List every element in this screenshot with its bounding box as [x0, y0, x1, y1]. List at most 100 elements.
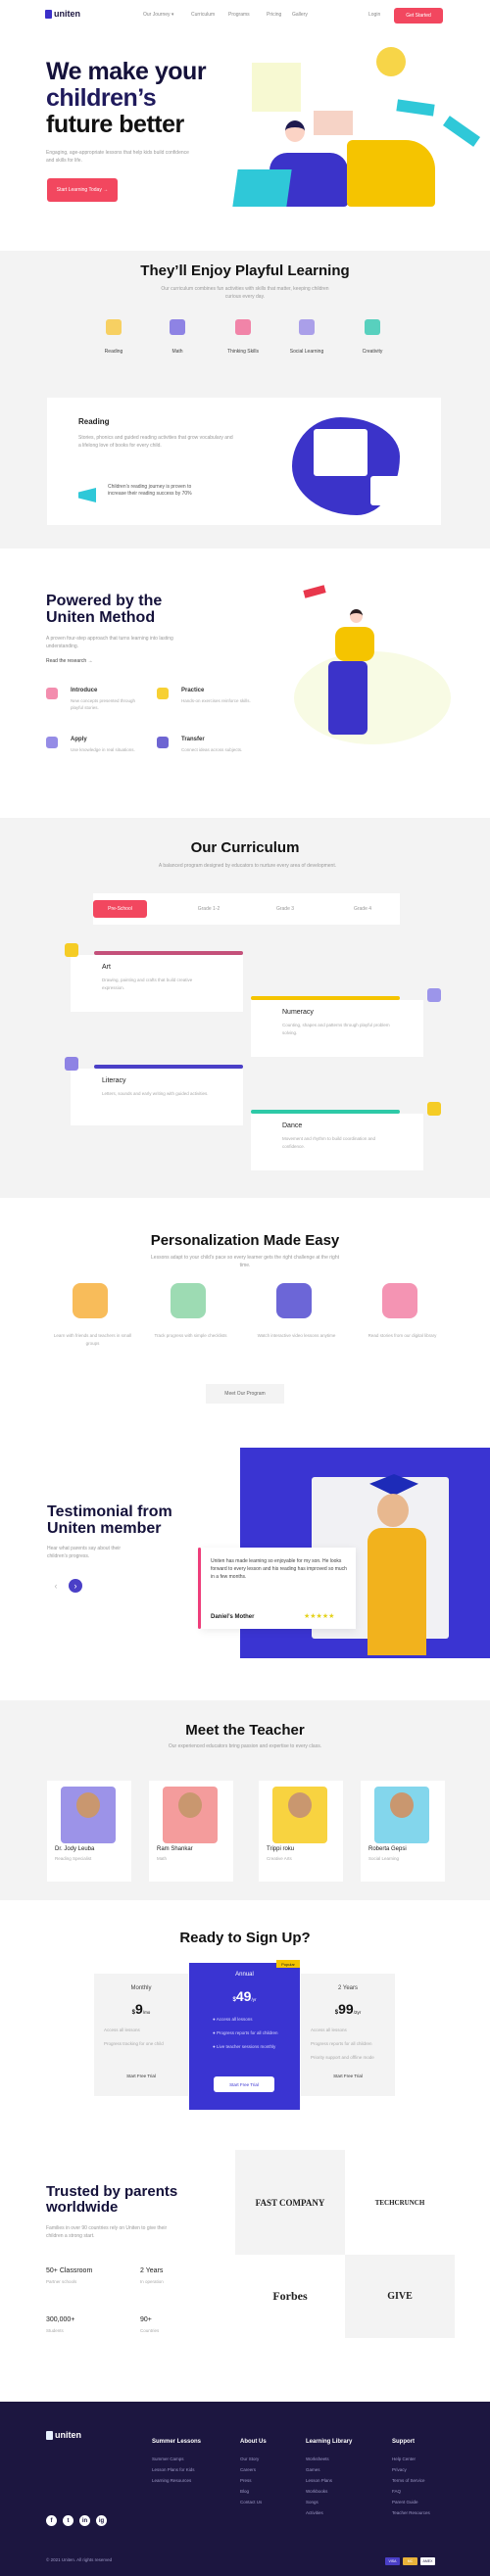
- teacher-name: Dr. Jody Leuba: [55, 1846, 95, 1852]
- plan-feature: Access all lessons: [104, 2027, 140, 2032]
- footer-link[interactable]: Careers: [240, 2467, 256, 2472]
- card-title: Literacy: [102, 1077, 126, 1084]
- grad-cap-icon: [369, 1474, 418, 1496]
- quote-text: Uniten has made learning so enjoyable fo…: [211, 1558, 347, 1580]
- footer-link[interactable]: Summer Camps: [152, 2457, 184, 2461]
- feature-illustration: [171, 1283, 206, 1318]
- get-started-button[interactable]: Get Started: [394, 8, 443, 24]
- footer-link[interactable]: Teacher Resources: [392, 2510, 430, 2515]
- footer-link[interactable]: Songs: [306, 2500, 318, 2504]
- meet-program-button[interactable]: Meet Our Program: [206, 1384, 284, 1404]
- instagram-icon[interactable]: ig: [96, 2515, 107, 2526]
- logo[interactable]: uniten: [45, 9, 80, 19]
- pricing-card-monthly: Monthly $9/mo Access all lessons Progress t…: [94, 1974, 188, 2096]
- category-item-reading[interactable]: Reading: [92, 310, 135, 368]
- rating-stars: ★★★★★: [304, 1613, 335, 1620]
- shoe-shape-2: [442, 116, 481, 147]
- curriculum-tab-1[interactable]: Grade 1-2: [172, 896, 246, 922]
- author-name: Daniel’s Mother: [211, 1614, 255, 1620]
- feature-text: Watch interactive video lessons anytime: [257, 1333, 336, 1338]
- prev-button[interactable]: ‹: [49, 1579, 63, 1593]
- teacher-card[interactable]: Dr. Jody Leuba Reading Specialist: [47, 1781, 131, 1882]
- footer-link[interactable]: Blog: [240, 2489, 249, 2494]
- card-text: Movement and rhythm to build coordinatio…: [282, 1136, 376, 1149]
- press-logo-fast-company: FAST COMPANY: [255, 2197, 325, 2208]
- teacher-card[interactable]: Trippi roku Creative Arts: [259, 1781, 343, 1882]
- login-link[interactable]: Login: [368, 12, 380, 18]
- card-title: Numeracy: [282, 1009, 314, 1016]
- curriculum-section: Our Curriculum A balanced program design…: [0, 818, 490, 1198]
- category-item-math[interactable]: Math: [156, 310, 199, 368]
- footer-link[interactable]: Lesson Plans: [306, 2478, 332, 2483]
- category-item-social-learning[interactable]: Social Learning: [285, 310, 328, 368]
- plan-feature: ● Progress reports for all children: [213, 2030, 278, 2035]
- category-label: Creativity: [362, 349, 383, 355]
- stat-item: 90+ Countries: [140, 2316, 228, 2351]
- press-logo-tile: GIVE: [345, 2255, 455, 2338]
- category-item-thinking-skills[interactable]: Thinking Skills: [221, 310, 265, 368]
- step-title: Introduce: [71, 688, 98, 693]
- facebook-icon[interactable]: f: [46, 2515, 57, 2526]
- footer-link[interactable]: Privacy: [392, 2467, 407, 2472]
- footer-link[interactable]: Terms of Service: [392, 2478, 425, 2483]
- personalization-item-0: Learn with friends and teachers in small…: [51, 1281, 134, 1360]
- small-frame-shape: [314, 111, 353, 135]
- stat-label: Partner schools: [46, 2279, 77, 2284]
- twitter-icon[interactable]: t: [63, 2515, 74, 2526]
- curriculum-card-art[interactable]: Art Drawing, painting and crafts that bui…: [65, 943, 243, 1012]
- curriculum-card-literacy[interactable]: Literacy Letters, sounds and early writin…: [65, 1057, 243, 1125]
- footer-logo[interactable]: uniten: [46, 2430, 81, 2440]
- curriculum-card-numeracy[interactable]: Numeracy Counting, shapes and patterns th…: [251, 988, 441, 1057]
- hero-cta-button[interactable]: Start Learning Today →: [47, 178, 118, 202]
- footer-heading: Summer Lessons: [152, 2439, 202, 2445]
- person-head: [285, 120, 305, 142]
- footer-link[interactable]: Parent Guide: [392, 2500, 418, 2504]
- site-footer: uniten © 2021 Uniten. All rights reserve…: [0, 2402, 490, 2576]
- method-step-practice: Practice Hands-on exercises reinforce ski…: [157, 686, 260, 725]
- feature-text: Read stories from our digital library: [368, 1333, 437, 1338]
- method-step-introduce: Introduce New concepts presented through …: [46, 686, 149, 725]
- stat-label: In operation: [140, 2279, 164, 2284]
- stat-item: 300,000+ Students: [46, 2316, 134, 2351]
- payment-visa: VISA: [385, 2557, 400, 2565]
- category-item-creativity[interactable]: Creativity: [351, 310, 394, 368]
- teacher-avatar: [288, 1792, 312, 1818]
- section-title: Meet the Teacher: [185, 1722, 305, 1739]
- footer-link[interactable]: Worksheets: [306, 2457, 329, 2461]
- plan-feature: ● Access all lessons: [213, 2017, 253, 2022]
- footer-link[interactable]: Lesson Plans for Kids: [152, 2467, 195, 2472]
- teacher-role: Math: [157, 1856, 168, 1861]
- section-title: Our Curriculum: [190, 839, 300, 856]
- method-link[interactable]: Read the research →: [46, 658, 93, 664]
- curriculum-tab-2[interactable]: Grade 3: [248, 896, 322, 922]
- category-label: Math: [172, 349, 183, 355]
- plan-cta-button[interactable]: Start Free Trial: [214, 2076, 274, 2092]
- curriculum-tab-0[interactable]: Pre-School: [93, 900, 147, 918]
- footer-link[interactable]: Learning Resources: [152, 2478, 191, 2483]
- teacher-card[interactable]: Ram Shankar Math: [149, 1781, 233, 1882]
- nav-pricing[interactable]: Pricing: [267, 12, 281, 18]
- plan-cta-button[interactable]: Start Free Trial: [94, 2070, 188, 2081]
- teacher-card[interactable]: Roberta Gepsi Social Learning: [361, 1781, 445, 1882]
- pricing-card-2-years: 2 Years $99/2yr Access all lessons Progress…: [301, 1974, 395, 2096]
- personalization-item-2: Watch interactive video lessons anytime: [255, 1281, 338, 1360]
- footer-link[interactable]: Games: [306, 2467, 320, 2472]
- curriculum-card-dance[interactable]: Dance Movement and rhythm to build coordi…: [251, 1102, 441, 1170]
- footer-link[interactable]: FAQ: [392, 2489, 401, 2494]
- curriculum-tab-3[interactable]: Grade 4: [325, 896, 400, 922]
- nav-gallery[interactable]: Gallery: [292, 12, 308, 18]
- footer-link[interactable]: Our Story: [240, 2457, 259, 2461]
- grad-cap-icon: [303, 585, 326, 598]
- footer-link[interactable]: Activities: [306, 2510, 323, 2515]
- nav-curriculum[interactable]: Curriculum: [191, 12, 215, 18]
- category-label: Social Learning: [289, 349, 324, 355]
- next-button[interactable]: ›: [69, 1579, 82, 1593]
- footer-link[interactable]: Press: [240, 2478, 252, 2483]
- plan-cta-button[interactable]: Start Free Trial: [301, 2070, 395, 2081]
- linkedin-icon[interactable]: in: [79, 2515, 90, 2526]
- footer-link[interactable]: Workbooks: [306, 2489, 327, 2494]
- footer-link[interactable]: Help Center: [392, 2457, 416, 2461]
- nav-our-journey[interactable]: Our Journey ▾: [143, 12, 173, 18]
- nav-programs[interactable]: Programs: [228, 12, 250, 18]
- footer-link[interactable]: Contact Us: [240, 2500, 262, 2504]
